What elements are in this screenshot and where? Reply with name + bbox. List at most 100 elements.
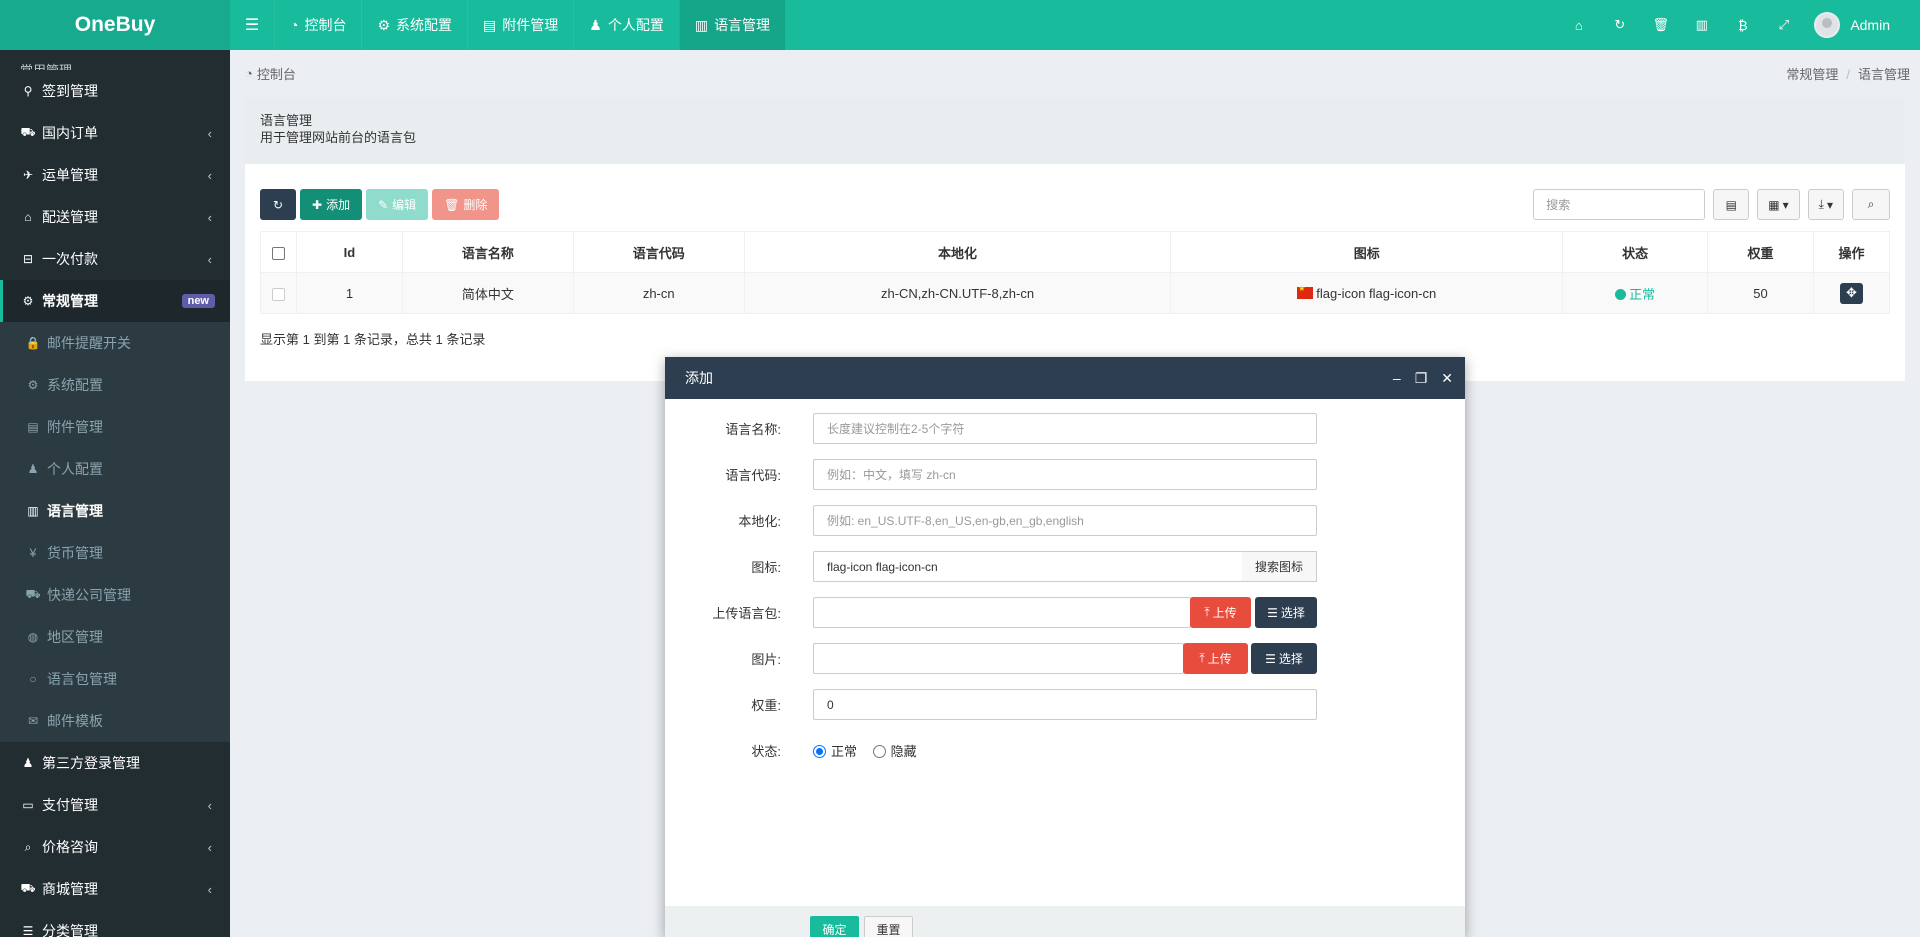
delete-button[interactable]: 🗑 删除 bbox=[432, 189, 500, 220]
sidebar-subitem-profile[interactable]: ♟ 个人配置 bbox=[0, 448, 230, 490]
fullscreen-icon[interactable]: ⤢ bbox=[1763, 17, 1804, 33]
map-marker-icon: ⚲ bbox=[23, 84, 33, 98]
sidebar-subitem-currency[interactable]: ¥ 货币管理 bbox=[0, 532, 230, 574]
status-badge[interactable]: 正常 bbox=[1615, 287, 1655, 302]
breadcrumb-home[interactable]: 控制台 bbox=[257, 64, 296, 83]
package-path-input[interactable] bbox=[813, 597, 1191, 628]
sidebar-item-mall[interactable]: ⛟ 商城管理 ‹ bbox=[0, 868, 230, 910]
confirm-button[interactable]: 确定 bbox=[810, 916, 859, 937]
sidebar-subitem-system-config[interactable]: ⚙ 系统配置 bbox=[0, 364, 230, 406]
card-view-button[interactable]: ▤ bbox=[1713, 189, 1750, 220]
language-icon: ▥ bbox=[694, 16, 709, 33]
sidebar-subitem-email-toggle[interactable]: 🔒 邮件提醒开关 bbox=[0, 322, 230, 364]
upload-package-button[interactable]: ⤒ 上传 bbox=[1190, 597, 1251, 628]
sidebar-submenu-general: 🔒 邮件提醒开关 ⚙ 系统配置 ▤ 附件管理 ♟ 个人配置 ▥ 语言管理 ¥ 货币管理 ⛟ 快… bbox=[0, 322, 230, 742]
column-header[interactable]: 图标 bbox=[1170, 231, 1564, 273]
search-icon-button[interactable]: 搜索图标 bbox=[1242, 551, 1317, 582]
file-icon: ▤ bbox=[483, 16, 497, 33]
close-icon[interactable]: ✕ bbox=[1441, 370, 1453, 387]
refresh-icon[interactable]: ↻ bbox=[1599, 17, 1640, 33]
bitcoin-icon[interactable]: ₿ bbox=[1722, 18, 1763, 33]
tab-dashboard[interactable]: ◔ 控制台 bbox=[274, 0, 361, 50]
user-menu[interactable]: Admin bbox=[1814, 12, 1890, 38]
search-button[interactable]: ⌕ bbox=[1852, 189, 1890, 220]
sidebar-item-domestic-orders[interactable]: ⛟ 国内订单 ‹ bbox=[0, 112, 230, 154]
sidebar-item-price-inquiry[interactable]: ⌕ 价格咨询 ‹ bbox=[0, 826, 230, 868]
refresh-button[interactable]: ↻ bbox=[260, 189, 296, 220]
avatar bbox=[1814, 12, 1841, 38]
column-header[interactable]: 语言名称 bbox=[401, 231, 574, 273]
dashboard-icon: ◔ bbox=[245, 65, 253, 81]
columns-button[interactable]: ▦ ▾ bbox=[1757, 189, 1800, 220]
sidebar-item-category[interactable]: ☰ 分类管理 bbox=[0, 910, 230, 937]
locale-input[interactable]: 例如: en_US.UTF-8,en_US,en-gb,en_gb,englis… bbox=[813, 505, 1317, 536]
column-header[interactable]: 本地化 bbox=[743, 231, 1172, 273]
drag-move-button[interactable]: ✥ bbox=[1839, 282, 1863, 304]
row-checkbox[interactable] bbox=[271, 287, 285, 301]
sidebar-item-signin[interactable]: ⚲ 签到管理 bbox=[0, 70, 230, 112]
language-name-input[interactable]: 长度建议控制在2-5个字符 bbox=[813, 413, 1317, 444]
sidebar-item-cut[interactable]: 常用管理 bbox=[0, 50, 230, 70]
trash-icon[interactable]: 🗑 bbox=[1640, 17, 1681, 33]
search-input[interactable]: 搜索 bbox=[1533, 189, 1706, 220]
app-logo[interactable]: OneBuy bbox=[0, 0, 230, 50]
upload-icon: ⤒ bbox=[1199, 651, 1205, 665]
status-dot-icon bbox=[1615, 288, 1627, 300]
column-header[interactable]: 状态 bbox=[1562, 231, 1709, 273]
new-badge: new bbox=[181, 294, 215, 308]
sidebar-item-one-time-payment[interactable]: ⊟ 一次付款 ‹ bbox=[0, 238, 230, 280]
basket-icon: ⊟ bbox=[22, 252, 34, 266]
menu-toggle-icon[interactable]: ☰ bbox=[230, 0, 274, 50]
truck-icon: ⛟ bbox=[25, 587, 41, 601]
sidebar-item-general[interactable]: ⚙ 常规管理 new bbox=[0, 280, 230, 322]
sidebar-subitem-courier[interactable]: ⛟ 快递公司管理 bbox=[0, 574, 230, 616]
sidebar-item-third-party-login[interactable]: ♟ 第三方登录管理 bbox=[0, 742, 230, 784]
select-all-checkbox[interactable] bbox=[271, 246, 285, 260]
top-header: OneBuy ☰ ◔ 控制台 ⚙ 系统配置 ▤ 附件管理 ♟ 个人配置 ▥ 语言管理 ⌂ … bbox=[0, 0, 1920, 50]
sidebar-item-payment[interactable]: ▭ 支付管理 ‹ bbox=[0, 784, 230, 826]
column-header[interactable]: Id bbox=[295, 231, 403, 273]
sidebar-subitem-language-pack[interactable]: ○ 语言包管理 bbox=[0, 658, 230, 700]
sidebar-item-waybills[interactable]: ✈ 运单管理 ‹ bbox=[0, 154, 230, 196]
home-icon[interactable]: ⌂ bbox=[1558, 18, 1599, 33]
status-radio-group: 正常 隐藏 bbox=[813, 741, 917, 760]
status-option-normal[interactable]: 正常 bbox=[813, 744, 857, 759]
status-option-hidden[interactable]: 隐藏 bbox=[872, 744, 917, 759]
breadcrumb-item[interactable]: 常规管理 bbox=[1786, 67, 1838, 82]
sidebar-subitem-region[interactable]: ◍ 地区管理 bbox=[0, 616, 230, 658]
choose-package-button[interactable]: ☰ 选择 bbox=[1255, 597, 1317, 628]
row-select-cell bbox=[260, 272, 297, 314]
dialog-titlebar[interactable]: 添加 – ❐ ✕ bbox=[665, 357, 1465, 399]
sidebar-subitem-attachments[interactable]: ▤ 附件管理 bbox=[0, 406, 230, 448]
minimize-icon[interactable]: – bbox=[1393, 370, 1401, 387]
dialog-footer: 确定 重置 bbox=[665, 906, 1465, 937]
download-icon: ⤓ bbox=[1818, 197, 1824, 211]
reset-button[interactable]: 重置 bbox=[864, 916, 913, 937]
dialog-title: 添加 bbox=[685, 370, 713, 386]
table-row[interactable]: 1 简体中文 zh-cn zh-CN,zh-CN.UTF-8,zh-cn fla… bbox=[260, 272, 1891, 314]
tab-language[interactable]: ▥ 语言管理 bbox=[678, 0, 786, 50]
icon-input[interactable]: flag-icon flag-icon-cn bbox=[813, 551, 1243, 582]
maximize-icon[interactable]: ❐ bbox=[1415, 370, 1428, 387]
column-header[interactable]: 权重 bbox=[1707, 231, 1814, 273]
sidebar-subitem-email-template[interactable]: ✉ 邮件模板 bbox=[0, 700, 230, 742]
tab-profile[interactable]: ♟ 个人配置 bbox=[573, 0, 679, 50]
add-button[interactable]: ✚ 添加 bbox=[300, 189, 363, 220]
language-code-input[interactable]: 例如：中文，填写 zh-cn bbox=[813, 459, 1317, 490]
tab-attachments[interactable]: ▤ 附件管理 bbox=[467, 0, 573, 50]
edit-button[interactable]: ✎ 编辑 bbox=[366, 189, 429, 220]
sidebar-item-delivery[interactable]: ⌂ 配送管理 ‹ bbox=[0, 196, 230, 238]
credit-card-icon: ▭ bbox=[22, 798, 34, 812]
translate-icon[interactable]: ▥ bbox=[1681, 17, 1722, 33]
sidebar-subitem-language[interactable]: ▥ 语言管理 bbox=[0, 490, 230, 532]
cell-locale: zh-CN,zh-CN.UTF-8,zh-cn bbox=[743, 272, 1172, 314]
upload-image-button[interactable]: ⤒ 上传 bbox=[1183, 643, 1248, 674]
form-row-status: 状态: 正常 隐藏 bbox=[665, 735, 1465, 766]
choose-image-button[interactable]: ☰ 选择 bbox=[1251, 643, 1317, 674]
export-button[interactable]: ⤓ ▾ bbox=[1807, 189, 1844, 220]
weight-input[interactable]: 0 bbox=[813, 689, 1317, 720]
column-header[interactable]: 语言代码 bbox=[572, 231, 745, 273]
upload-icon: ⤒ bbox=[1204, 605, 1210, 619]
tab-system-config[interactable]: ⚙ 系统配置 bbox=[361, 0, 467, 50]
image-path-input[interactable] bbox=[813, 643, 1184, 674]
